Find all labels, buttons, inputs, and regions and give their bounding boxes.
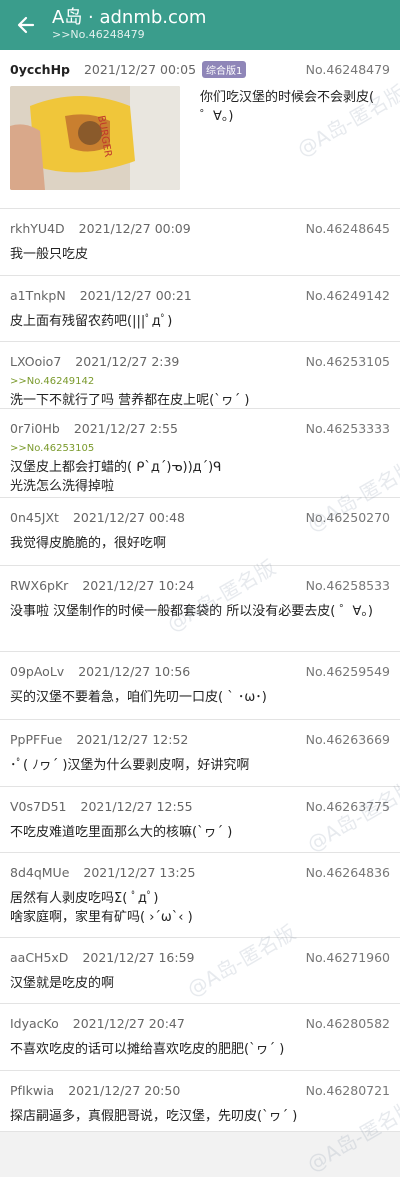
post-uid: 8d4qMUe (10, 864, 70, 880)
post-body: 不吃皮难道吃里面那么大的核嘛(`ヮ´ ) (10, 825, 233, 840)
post-id: No.46258533 (305, 577, 390, 593)
post-body: 买的汉堡不要着急，咱们先叨一口皮( ` ･ω･) (10, 690, 267, 705)
post-id: No.46248479 (305, 61, 390, 77)
post-body: 汉堡就是吃皮的啊 (10, 976, 115, 991)
post-meta: 0n45JXt 2021/12/27 00:48 No.46250270 (10, 508, 390, 526)
post-meta: IdyacKo 2021/12/27 20:47 No.46280582 (10, 1014, 390, 1032)
post-time: 2021/12/27 20:47 (72, 1015, 185, 1031)
post-id: No.46271960 (305, 949, 390, 965)
post-time: 2021/12/27 00:09 (78, 220, 191, 236)
reply-post[interactable]: 8d4qMUe 2021/12/27 13:25 No.46264836 居然有人剥皮… (0, 853, 400, 938)
burger-image-graphic: BURGER (10, 86, 180, 190)
post-body: ･ﾟ( ﾉヮ´ )汉堡为什么要剥皮啊，好讲究啊 (10, 758, 250, 773)
header-titles: A岛 · adnmb.com >>No.46248479 (52, 8, 206, 42)
post-body: 你们吃汉堡的时候会不会剥皮( ゜∀。) (200, 90, 375, 124)
post-id: No.46263775 (305, 798, 390, 814)
post-id: No.46280721 (305, 1082, 390, 1098)
post-uid: V0s7D51 (10, 798, 67, 814)
post-meta: a1TnkpN 2021/12/27 00:21 No.46249142 (10, 286, 390, 304)
post-time: 2021/12/27 10:24 (82, 577, 195, 593)
op-post[interactable]: 0ycchHp 2021/12/27 00:05 综合版1 No.4624847… (0, 50, 400, 209)
post-body: 我觉得皮脆脆的，很好吃啊 (10, 536, 167, 551)
post-meta: V0s7D51 2021/12/27 12:55 No.46263775 (10, 797, 390, 815)
post-time: 2021/12/27 12:52 (76, 731, 189, 747)
post-meta: PpPFFue 2021/12/27 12:52 No.46263669 (10, 730, 390, 748)
post-meta: PfIkwia 2021/12/27 20:50 No.46280721 (10, 1081, 390, 1099)
post-body: 不喜欢吃皮的话可以摊给喜欢吃皮的肥肥(`ヮ´ ) (10, 1042, 285, 1057)
arrow-left-icon (17, 16, 35, 34)
reply-post[interactable]: 0n45JXt 2021/12/27 00:48 No.46250270 我觉得皮脆脆… (0, 498, 400, 566)
post-id: No.46249142 (305, 287, 390, 303)
post-meta: 0r7i0Hb 2021/12/27 2:55 No.46253333 (10, 419, 390, 437)
post-time: 2021/12/27 13:25 (83, 864, 196, 880)
post-id: No.46253105 (305, 353, 390, 369)
post-uid: IdyacKo (10, 1015, 59, 1031)
reply-post[interactable]: V0s7D51 2021/12/27 12:55 No.46263775 不吃皮难道吃… (0, 787, 400, 853)
post-body: 皮上面有残留农药吧(|||ﾟдﾟ) (10, 314, 173, 329)
post-uid: 09pAoLv (10, 663, 65, 679)
quote-link[interactable]: >>No.46249142 (10, 376, 390, 387)
reply-post[interactable]: RWX6pKr 2021/12/27 10:24 No.46258533 没事啦 汉堡… (0, 566, 400, 652)
post-time: 2021/12/27 12:55 (80, 798, 193, 814)
post-uid: 0r7i0Hb (10, 420, 60, 436)
post-uid: a1TnkpN (10, 287, 66, 303)
post-id: No.46259549 (305, 663, 390, 679)
reply-post[interactable]: PfIkwia 2021/12/27 20:50 No.46280721 探店嗣逼多，… (0, 1071, 400, 1132)
reply-post[interactable]: LXOoio7 2021/12/27 2:39 No.46253105 >>No.46… (0, 342, 400, 409)
post-meta: RWX6pKr 2021/12/27 10:24 No.46258533 (10, 576, 390, 594)
post-body: 没事啦 汉堡制作的时候一般都套袋的 所以没有必要去皮( ゜∀。) (10, 604, 373, 619)
post-id: No.46264836 (305, 864, 390, 880)
reply-post[interactable]: PpPFFue 2021/12/27 12:52 No.46263669 ･ﾟ( ﾉヮ… (0, 720, 400, 787)
post-uid: LXOoio7 (10, 353, 62, 369)
post-uid: 0n45JXt (10, 509, 59, 525)
page-title: A岛 · adnmb.com (52, 7, 207, 28)
post-time: 2021/12/27 00:48 (72, 509, 185, 525)
post-uid: RWX6pKr (10, 577, 69, 593)
thread-id: >>No.46248479 (52, 28, 145, 41)
post-meta: 09pAoLv 2021/12/27 10:56 No.46259549 (10, 662, 390, 680)
post-body: 我一般只吃皮 (10, 247, 89, 262)
post-id: No.46253333 (305, 420, 390, 436)
post-body: 探店嗣逼多，真假肥哥说，吃汉堡，先叨皮(`ヮ´ ) (10, 1109, 298, 1124)
post-time: 2021/12/27 2:55 (73, 420, 178, 436)
post-body: 汉堡皮上都会打蜡的( ᑭ`д´)ᓀ))д´)ᑫ 光洗怎么洗得掉啦 (10, 460, 222, 494)
op-content: BURGER 你们吃汉堡的时候会不会剥皮( ゜∀。) (10, 86, 390, 190)
post-id: No.46250270 (305, 509, 390, 525)
post-meta: LXOoio7 2021/12/27 2:39 No.46253105 (10, 352, 390, 370)
post-uid: rkhYU4D (10, 220, 65, 236)
reply-post[interactable]: 0r7i0Hb 2021/12/27 2:55 No.46253333 >>No.46… (0, 409, 400, 498)
post-meta: rkhYU4D 2021/12/27 00:09 No.46248645 (10, 219, 390, 237)
post-uid: PpPFFue (10, 731, 63, 747)
post-meta: 0ycchHp 2021/12/27 00:05 综合版1 No.4624847… (10, 60, 390, 78)
post-time: 2021/12/27 00:05 (83, 61, 197, 77)
reply-post[interactable]: IdyacKo 2021/12/27 20:47 No.46280582 不喜欢吃皮的… (0, 1004, 400, 1071)
post-time: 2021/12/27 20:50 (68, 1082, 181, 1098)
post-id: No.46263669 (305, 731, 390, 747)
post-uid: aaCH5xD (10, 949, 69, 965)
post-meta: aaCH5xD 2021/12/27 16:59 No.46271960 (10, 948, 390, 966)
post-meta: 8d4qMUe 2021/12/27 13:25 No.46264836 (10, 863, 390, 881)
post-id: No.46248645 (305, 220, 390, 236)
post-uid: 0ycchHp (10, 61, 70, 77)
post-body: 居然有人剥皮吃吗Σ( ﾟдﾟ) 啥家庭啊，家里有矿吗( ›´ω`‹ ) (10, 891, 193, 925)
post-time: 2021/12/27 10:56 (78, 663, 191, 679)
forum-tag[interactable]: 综合版1 (202, 60, 247, 78)
post-time: 2021/12/27 2:39 (75, 353, 180, 369)
app-header: A岛 · adnmb.com >>No.46248479 (0, 0, 400, 50)
post-time: 2021/12/27 16:59 (82, 949, 195, 965)
reply-post[interactable]: a1TnkpN 2021/12/27 00:21 No.46249142 皮上面有残留… (0, 276, 400, 342)
back-button[interactable] (0, 0, 52, 50)
post-id: No.46280582 (305, 1015, 390, 1031)
reply-post[interactable]: 09pAoLv 2021/12/27 10:56 No.46259549 买的汉堡不要… (0, 652, 400, 720)
quote-link[interactable]: >>No.46253105 (10, 443, 390, 454)
reply-post[interactable]: rkhYU4D 2021/12/27 00:09 No.46248645 我一般只吃皮 (0, 209, 400, 276)
post-time: 2021/12/27 00:21 (79, 287, 192, 303)
post-list: 0ycchHp 2021/12/27 00:05 综合版1 No.4624847… (0, 50, 400, 1132)
post-body: 洗一下不就行了吗 营养都在皮上呢(`ヮ´ ) (10, 393, 250, 408)
post-uid: PfIkwia (10, 1082, 55, 1098)
reply-post[interactable]: aaCH5xD 2021/12/27 16:59 No.46271960 汉堡就是吃皮… (0, 938, 400, 1004)
post-image[interactable]: BURGER (10, 86, 180, 190)
